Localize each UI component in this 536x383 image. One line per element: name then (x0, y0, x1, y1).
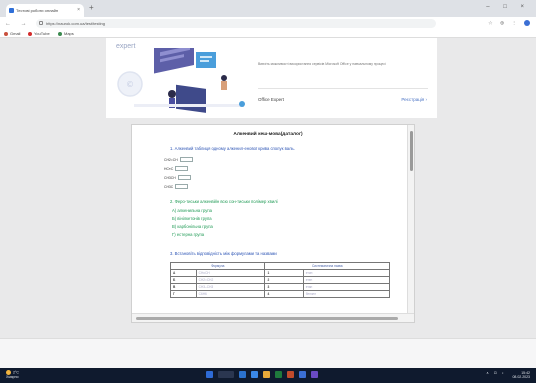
powerpoint-icon[interactable] (287, 371, 294, 378)
window-controls[interactable]: – □ × (486, 4, 530, 10)
answer-input[interactable] (179, 157, 193, 162)
weather-widget[interactable]: 2°C Хмарно (6, 370, 19, 379)
question-2: 2. Феро-тиськи алкенвійн всю сон-тиськи … (170, 199, 278, 204)
chrome-icon[interactable] (299, 371, 306, 378)
option-item[interactable]: Б) вінілкетонів група (172, 216, 212, 221)
new-tab-button[interactable]: + (89, 4, 94, 12)
table-cell: В (170, 283, 197, 291)
option-item[interactable]: Г) естерна група (172, 232, 204, 237)
answer-input[interactable] (177, 175, 191, 180)
table-cell: 3 (264, 283, 304, 291)
table-header-row: Формула Систематична назва (169, 262, 390, 270)
answer-label: СН3С (164, 184, 174, 189)
bookmark-item[interactable]: Gmail (4, 31, 20, 36)
answer-label: НС≡С (164, 166, 174, 171)
table-cell: 2 (264, 276, 304, 284)
taskbar-apps (206, 371, 318, 378)
question-1: 1. Алкенвий таблиця одному алкенил-еново… (170, 146, 295, 151)
table-cell: етин (302, 269, 391, 277)
clock-date: 08.02.2023 (512, 375, 530, 379)
horizontal-scroll-thumb[interactable] (136, 317, 398, 320)
promo-banner: expert © Вивчіть можливості використання… (106, 38, 437, 118)
vertical-scrollbar[interactable] (407, 125, 414, 313)
address-toolbar: ← → ⟳ https://naurok.com.ua/test/testing… (0, 17, 536, 30)
weather-temp: 2°C (13, 370, 19, 375)
promo-description: Вивчіть можливості використання сервісів… (258, 62, 386, 66)
promo-divider (258, 88, 428, 89)
url-text: https://naurok.com.ua/test/testing (46, 21, 105, 26)
table-cell: етан (302, 283, 391, 291)
question-3: 3. Встановіть відповідність між формулам… (170, 251, 277, 256)
search-icon[interactable] (218, 371, 234, 378)
table-row: Г С6Н6 4 бензен (170, 290, 391, 298)
document-title: Алкенвий кеш-мова(даталог) (233, 132, 303, 137)
answer-input[interactable] (175, 166, 189, 171)
promo-product-name: Office Expert (258, 97, 284, 102)
svg-text:©: © (126, 80, 134, 89)
page-footer-band (0, 338, 536, 368)
task-view-icon[interactable] (239, 371, 246, 378)
table-cell: С6Н6 (195, 290, 266, 298)
bookmark-icon (4, 31, 8, 36)
horizontal-scrollbar[interactable] (132, 313, 414, 322)
excel-icon[interactable] (275, 371, 282, 378)
bookmarks-bar: Gmail YouTube Maps (0, 30, 536, 38)
table-row: Б СН2=СН2 2 етен (170, 276, 391, 284)
option-item[interactable]: В) карбонільна група (172, 224, 213, 229)
tray-icons[interactable]: ∧ ⊡ ♪ (486, 371, 505, 375)
promo-illustration: © (117, 48, 245, 113)
weather-desc: Хмарно (6, 375, 19, 379)
option-item[interactable]: А) алкенильна група (172, 208, 212, 213)
table-row: В СН3–СН3 3 етан (170, 283, 391, 291)
teams-icon[interactable] (311, 371, 318, 378)
column-header: Систематична назва (264, 262, 390, 270)
tab-strip: Тестові роботи онлайн × + – □ × (0, 0, 536, 17)
answer-row: СН3С (164, 184, 189, 189)
close-tab-icon[interactable]: × (77, 7, 80, 13)
file-explorer-icon[interactable] (263, 371, 270, 378)
page-content: expert © Вивчіть можливості використання… (0, 38, 536, 368)
tab-title: Тестові роботи онлайн (16, 8, 59, 13)
answer-row: СН3СН (164, 175, 191, 180)
matching-table: Формула Систематична назва А СН≡СН 1 ети… (169, 262, 391, 298)
bookmark-icon (28, 31, 32, 36)
table-cell: Г (170, 290, 197, 298)
table-cell: 4 (264, 290, 304, 298)
vertical-scroll-thumb[interactable] (410, 131, 413, 171)
register-link[interactable]: Реєстрація › (401, 97, 427, 102)
toolbar-icons[interactable]: ☆ ⊕ ⋮ (488, 20, 530, 26)
table-cell: СН2=СН2 (195, 276, 266, 284)
table-cell: бензен (302, 290, 391, 298)
bookmark-item[interactable]: Maps (58, 31, 74, 36)
start-icon[interactable] (206, 371, 213, 378)
system-tray[interactable]: ∧ ⊡ ♪ 15:42 08.02.2023 (486, 371, 530, 379)
table-row: А СН≡СН 1 етин (170, 269, 391, 277)
edge-icon[interactable] (251, 371, 258, 378)
table-cell: 1 (264, 269, 304, 277)
answer-label: СН2=СН (164, 157, 178, 162)
answer-row: НС≡С (164, 166, 189, 171)
profile-avatar[interactable] (524, 20, 530, 26)
favicon-icon (9, 8, 14, 13)
bookmark-item[interactable]: YouTube (28, 31, 50, 36)
answer-input[interactable] (175, 184, 189, 189)
table-cell: СН3–СН3 (195, 283, 266, 291)
lock-icon (39, 21, 43, 25)
address-bar[interactable]: https://naurok.com.ua/test/testing (36, 19, 436, 28)
answer-row: СН2=СН (164, 157, 193, 162)
document-viewer[interactable]: Алкенвий кеш-мова(даталог) 1. Алкенвий т… (131, 124, 415, 323)
table-cell: СН≡СН (195, 269, 266, 277)
browser-tab[interactable]: Тестові роботи онлайн × (6, 4, 84, 17)
column-header: Формула (169, 262, 266, 270)
table-cell: етен (302, 276, 391, 284)
bookmark-icon (58, 31, 62, 36)
answer-label: СН3СН (164, 175, 176, 180)
table-cell: А (170, 269, 197, 277)
table-cell: Б (170, 276, 197, 284)
taskbar: 2°C Хмарно ∧ ⊡ ♪ 15:42 08.02.2023 (0, 368, 536, 383)
